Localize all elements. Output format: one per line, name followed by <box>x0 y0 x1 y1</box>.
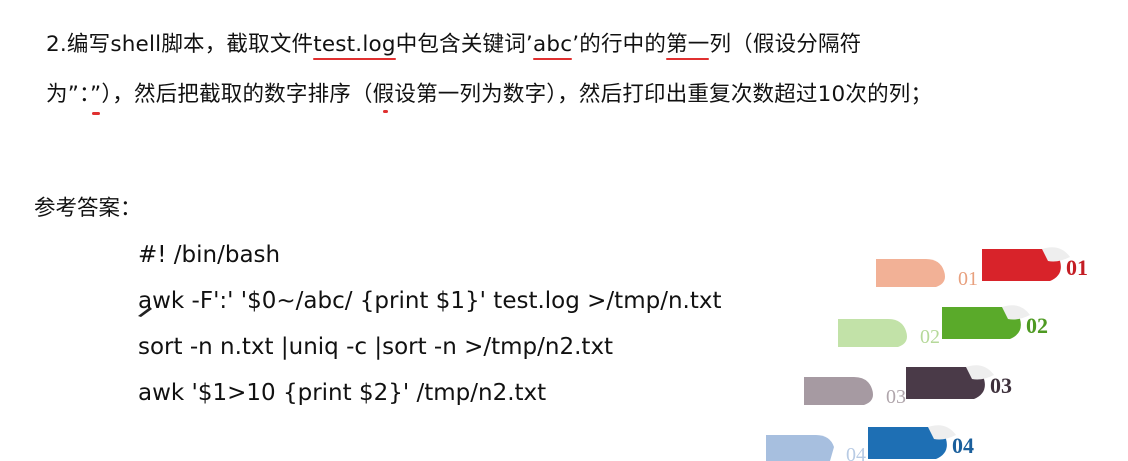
question-text: 列（假设分隔符 <box>709 32 862 57</box>
tab-label: 02 <box>1026 313 1048 338</box>
tab-04: 04 <box>868 425 974 459</box>
question-text: ’的行中的 <box>572 32 667 57</box>
tab-faded-shape <box>766 435 834 461</box>
question-text: 2.编写shell脚本，截取文件 <box>46 32 314 57</box>
code-line: awk '$1>10 {print $2}' /tmp/n2.txt <box>138 380 547 406</box>
tab-01-faded: 01 <box>876 259 978 290</box>
tab-03-faded: 03 <box>804 377 906 408</box>
code-line: #! /bin/bash <box>138 242 281 268</box>
tab-label: 03 <box>990 373 1012 398</box>
answer-label: 参考答案： <box>34 196 142 221</box>
tab-label-faded: 02 <box>920 326 940 348</box>
tab-04-faded: 04 <box>766 435 866 461</box>
pen-cursor-icon <box>138 307 152 317</box>
keyword-highlight: abc <box>532 32 573 57</box>
tab-faded-shape <box>876 259 945 287</box>
annotation-mark <box>92 112 100 115</box>
filename-highlight: test.log <box>313 32 396 57</box>
tab-03: 03 <box>906 365 1012 399</box>
tab-label-faded: 01 <box>958 268 978 290</box>
tab-label-faded: 03 <box>886 386 906 408</box>
tab-faded-shape <box>838 319 907 347</box>
tab-02-faded: 02 <box>838 319 940 348</box>
tab-02: 02 <box>942 305 1048 339</box>
code-line: awk -F':' '$0~/abc/ {print $1}' test.log… <box>138 288 722 314</box>
tab-faded-shape <box>804 377 873 405</box>
tab-label-faded: 04 <box>846 444 866 461</box>
tab-label: 04 <box>952 433 974 458</box>
tab-label: 01 <box>1066 255 1088 280</box>
tab-01: 01 <box>982 247 1088 281</box>
question-text: 中包含关键词’ <box>395 32 533 57</box>
code-line: sort -n n.txt |uniq -c |sort -n >/tmp/n2… <box>138 334 614 360</box>
first-highlight: 第一 <box>666 32 710 57</box>
question-line-1: 2.编写shell脚本，截取文件test.log中包含关键词’abc’的行中的第… <box>46 30 861 60</box>
decorative-numbered-tabs: 01 01 02 02 03 03 04 04 <box>766 247 1088 461</box>
question-line-2: 为”：”），然后把截取的数字排序（假设第一列为数字），然后打印出重复次数超过10… <box>46 82 933 107</box>
annotation-mark <box>383 110 388 113</box>
